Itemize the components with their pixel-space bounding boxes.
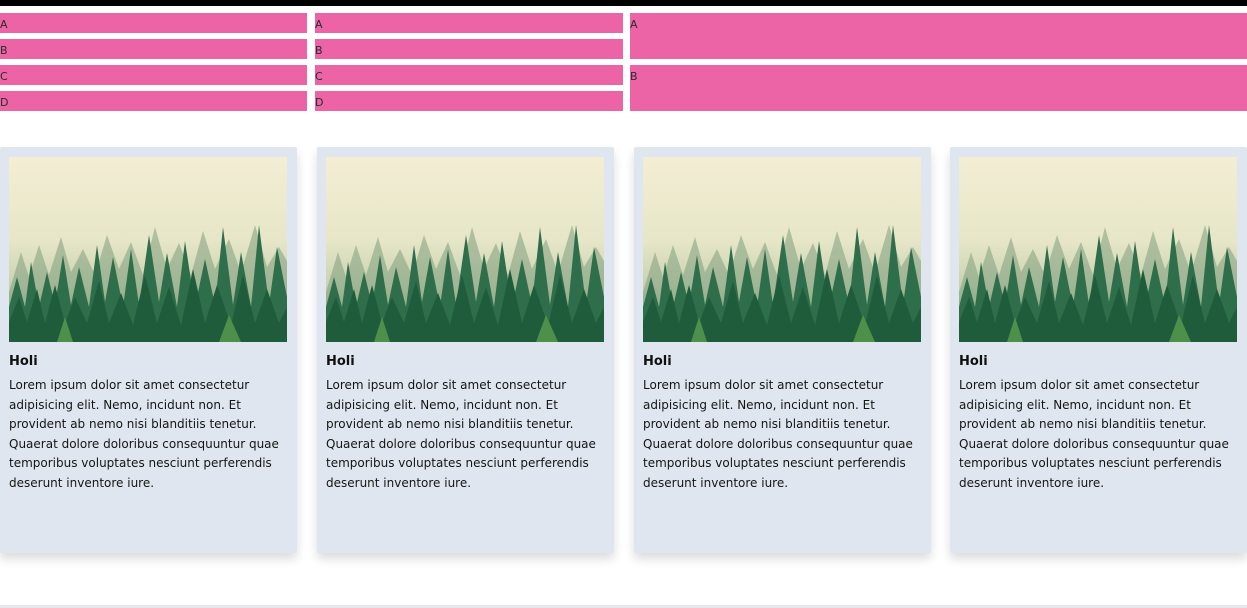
card-title: Holi	[326, 354, 355, 369]
cell-label: B	[630, 70, 638, 83]
cell-label: D	[0, 96, 9, 109]
cell-label: B	[0, 44, 8, 57]
grid-right-cell-b: B	[630, 65, 1247, 111]
card-body: Lorem ipsum dolor sit amet consectetur a…	[643, 378, 913, 490]
grid-right-cell-a: A	[630, 13, 1247, 59]
cell-label: C	[315, 70, 323, 83]
grid-middle-cell-b: B	[315, 39, 623, 59]
card-title: Holi	[643, 354, 672, 369]
cell-label: C	[0, 70, 8, 83]
grid-middle-cell-a: A	[315, 13, 623, 33]
top-border	[0, 0, 1247, 6]
grid-left-cell-c: C	[0, 65, 307, 85]
card: Holi Lorem ipsum dolor sit amet consecte…	[634, 147, 931, 553]
grid-left-cell-d: D	[0, 91, 307, 111]
misty-forest-image	[9, 157, 287, 342]
grid-middle-cell-c: C	[315, 65, 623, 85]
misty-forest-image	[326, 157, 604, 342]
cell-label: D	[315, 96, 324, 109]
misty-forest-image	[643, 157, 921, 342]
card-title: Holi	[959, 354, 988, 369]
misty-forest-image	[959, 157, 1237, 342]
grid-middle-cell-d: D	[315, 91, 623, 111]
grid-left-cell-a: A	[0, 13, 307, 33]
cell-label: A	[630, 18, 638, 31]
cell-label: A	[0, 18, 8, 31]
cell-label: A	[315, 18, 323, 31]
card-body: Lorem ipsum dolor sit amet consectetur a…	[959, 378, 1229, 490]
grid-left-cell-b: B	[0, 39, 307, 59]
card: Holi Lorem ipsum dolor sit amet consecte…	[950, 147, 1247, 553]
card-body: Lorem ipsum dolor sit amet consectetur a…	[326, 378, 596, 490]
cell-label: B	[315, 44, 323, 57]
card: Holi Lorem ipsum dolor sit amet consecte…	[317, 147, 614, 553]
card-title: Holi	[9, 354, 38, 369]
card-body: Lorem ipsum dolor sit amet consectetur a…	[9, 378, 279, 490]
card: Holi Lorem ipsum dolor sit amet consecte…	[0, 147, 297, 553]
